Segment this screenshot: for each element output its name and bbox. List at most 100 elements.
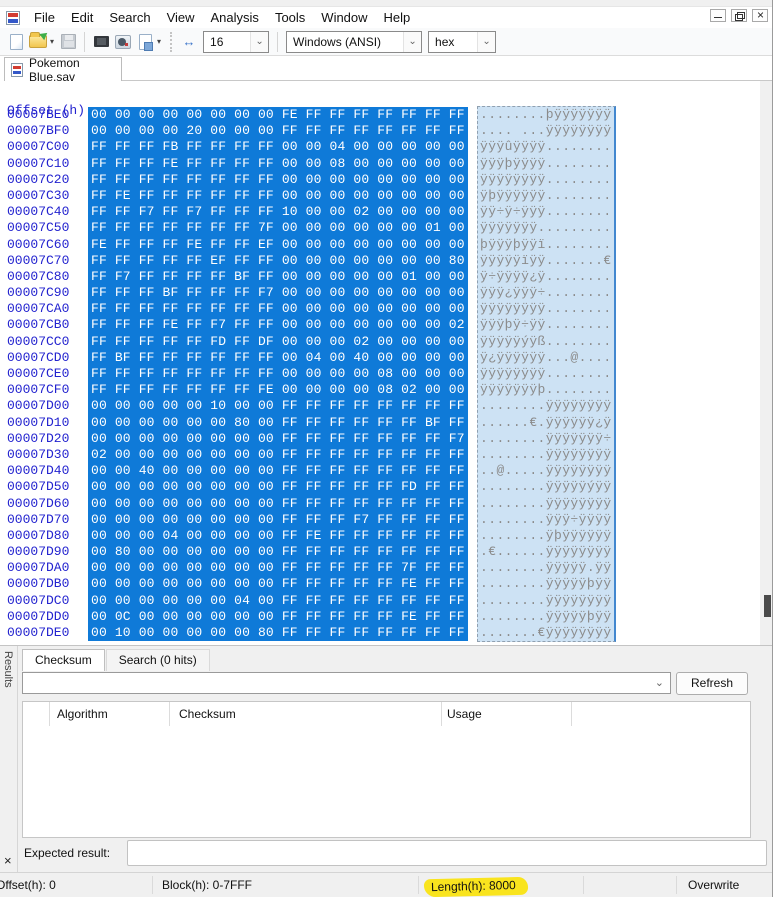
menu-search[interactable]: Search	[101, 8, 158, 27]
hex-row-bytes[interactable]: 00 0C 00 00 00 00 00 00 FF FF FF FF FF F…	[91, 609, 465, 625]
menu-view[interactable]: View	[159, 8, 203, 27]
refresh-button[interactable]: Refresh	[676, 672, 748, 695]
menu-file[interactable]: File	[26, 8, 63, 27]
open-file-button[interactable]	[28, 31, 48, 53]
hex-row-bytes[interactable]: 00 00 00 00 00 00 00 00 FF FF FF FF FF 7…	[91, 560, 465, 576]
hex-row-bytes[interactable]: 00 00 00 00 00 00 00 00 FF FF FF FF FF F…	[91, 576, 465, 592]
hex-row-bytes[interactable]: FF FF FF FE FF F7 FF FF 00 00 00 00 00 0…	[91, 317, 465, 333]
hex-row-decoded[interactable]: ........ÿÿÿÿÿÿÿÿ	[480, 398, 612, 414]
minimize-icon[interactable]	[710, 9, 726, 22]
status-insert-mode[interactable]: Overwrite	[688, 878, 739, 892]
hex-row-decoded[interactable]: .... ...ÿÿÿÿÿÿÿÿ	[480, 123, 612, 139]
hex-row-decoded[interactable]: ÿÿÿûÿÿÿÿ........	[480, 139, 612, 155]
hex-row-bytes[interactable]: 00 80 00 00 00 00 00 00 FF FF FF FF FF F…	[91, 544, 465, 560]
menu-tools[interactable]: Tools	[267, 8, 313, 27]
hex-row-bytes[interactable]: 00 00 00 00 00 00 04 00 FF FF FF FF FF F…	[91, 593, 465, 609]
hex-row-bytes[interactable]: FF F7 FF FF FF FF BF FF 00 00 00 00 00 0…	[91, 269, 465, 285]
vertical-scrollbar[interactable]	[760, 81, 772, 645]
hex-row-bytes[interactable]: 00 00 00 00 00 00 00 00 FF FF FF FF FF F…	[91, 431, 465, 447]
hex-row-decoded[interactable]: .......€ÿÿÿÿÿÿÿÿ	[480, 625, 612, 641]
hex-row-bytes[interactable]: FF FF FF FB FF FF FF FF 00 00 04 00 00 0…	[91, 139, 465, 155]
hex-row-bytes[interactable]: 00 00 00 00 00 00 00 00 FF FF FF FF FF F…	[91, 479, 465, 495]
hex-row-decoded[interactable]: ........ÿÿÿ÷ÿÿÿÿ	[480, 512, 612, 528]
encoding-select[interactable]: Windows (ANSI) ⌄	[286, 30, 423, 53]
hex-row-bytes[interactable]: FE FF FF FF FE FF FF EF 00 00 00 00 00 0…	[91, 237, 465, 253]
restore-icon[interactable]	[731, 9, 747, 22]
hex-row-bytes[interactable]: FF FF F7 FF F7 FF FF FF 10 00 00 02 00 0…	[91, 204, 465, 220]
hex-row-bytes[interactable]: FF FF FF FF FF EF FF FF 00 00 00 00 00 0…	[91, 253, 465, 269]
bytes-per-row-select[interactable]: 16 ⌄	[203, 30, 270, 53]
hex-row-bytes[interactable]: 00 00 00 00 00 00 00 00 FF FF FF FF FF F…	[91, 496, 465, 512]
hex-row-decoded[interactable]: ÿÿÿÿÿÿÿÿ........	[480, 172, 612, 188]
hex-row-bytes[interactable]: 00 10 00 00 00 00 00 80 FF FF FF FF FF F…	[91, 625, 465, 641]
hex-row-decoded[interactable]: ÿÿÿÿÿÿÿ.........	[480, 220, 612, 236]
hex-row-decoded[interactable]: ........ÿÿÿÿÿÿÿ÷	[480, 431, 612, 447]
hex-row-decoded[interactable]: ........ÿþÿÿÿÿÿÿ	[480, 528, 612, 544]
expected-result-input[interactable]	[127, 840, 767, 866]
tab-search-hits[interactable]: Search (0 hits)	[105, 649, 210, 671]
hex-row-decoded[interactable]: ........ÿÿÿÿÿþÿÿ	[480, 609, 612, 625]
checksum-algorithm-select[interactable]: ⌄	[22, 672, 671, 694]
offset-base-select[interactable]: hex ⌄	[428, 30, 497, 53]
hex-row-bytes[interactable]: 00 00 00 04 00 00 00 00 FF FE FF FF FF F…	[91, 528, 465, 544]
hex-row-decoded[interactable]: ..@.....ÿÿÿÿÿÿÿÿ	[480, 463, 612, 479]
hex-row-decoded[interactable]: ........ÿÿÿÿÿÿÿÿ	[480, 447, 612, 463]
hex-row-decoded[interactable]: ÿÿ÷ÿ÷ÿÿÿ........	[480, 204, 612, 220]
hex-row-bytes[interactable]: 00 00 00 00 00 10 00 00 FF FF FF FF FF F…	[91, 398, 465, 414]
hex-row-decoded[interactable]: ÿÿÿÿÿïÿÿ.......€	[480, 253, 612, 269]
decoded-text-selection[interactable]: ........þÿÿÿÿÿÿÿ.... ...ÿÿÿÿÿÿÿÿ ÿÿÿûÿÿÿÿ…	[477, 106, 616, 643]
menu-analysis[interactable]: Analysis	[203, 8, 267, 27]
new-file-button[interactable]	[6, 31, 26, 53]
hex-row-bytes[interactable]: FF FF FF FF FF FF FF FF 00 00 00 00 00 0…	[91, 172, 465, 188]
hex-row-bytes[interactable]: FF FF FF FF FF FF FF FE 00 00 00 00 08 0…	[91, 382, 465, 398]
results-close-icon[interactable]: ×	[4, 854, 12, 867]
hex-row-bytes[interactable]: FF FF FF FF FF FF FF FF 00 00 00 00 08 0…	[91, 366, 465, 382]
hex-row-decoded[interactable]: ........ÿÿÿÿÿÿÿÿ	[480, 496, 612, 512]
hex-row-decoded[interactable]: ........ÿÿÿÿÿ.ÿÿ	[480, 560, 612, 576]
export-dropdown-caret-icon[interactable]: ▾	[157, 37, 161, 46]
hex-row-decoded[interactable]: ......€.ÿÿÿÿÿÿ¿ÿ	[480, 415, 612, 431]
hex-row-decoded[interactable]: ÿÿÿÿÿÿÿþ........	[480, 382, 612, 398]
menu-help[interactable]: Help	[376, 8, 419, 27]
hex-row-bytes[interactable]: FF FF FF FE FF FF FF FF 00 00 08 00 00 0…	[91, 156, 465, 172]
hex-row-bytes[interactable]: 00 00 00 00 00 00 80 00 FF FF FF FF FF F…	[91, 415, 465, 431]
hex-row-decoded[interactable]: ........ÿÿÿÿÿýÿÿ	[480, 479, 612, 495]
hex-row-bytes[interactable]: FF FF FF FF FF FF FF FF 00 00 00 00 00 0…	[91, 301, 465, 317]
hex-row-bytes[interactable]: FF FE FF FF FF FF FF FF 00 00 00 00 00 0…	[91, 188, 465, 204]
hex-row-decoded[interactable]: ÿ÷ÿÿÿÿ¿ÿ........	[480, 269, 612, 285]
hex-row-decoded[interactable]: ÿÿÿþÿ÷ÿÿ........	[480, 317, 612, 333]
hex-row-bytes[interactable]: FF FF FF BF FF FF FF F7 00 00 00 00 00 0…	[91, 285, 465, 301]
tab-checksum[interactable]: Checksum	[22, 649, 105, 671]
hex-row-decoded[interactable]: ........þÿÿÿÿÿÿÿ	[480, 107, 612, 123]
hex-bytes-selection[interactable]: 00 00 00 00 00 00 00 00 FE FF FF FF FF F…	[88, 107, 468, 642]
hex-row-bytes[interactable]: 00 00 40 00 00 00 00 00 FF FF FF FF FF F…	[91, 463, 465, 479]
hex-row-bytes[interactable]: 00 00 00 00 20 00 00 00 FF FF FF FF FF F…	[91, 123, 465, 139]
hex-row-bytes[interactable]: FF BF FF FF FF FF FF FF 00 04 00 40 00 0…	[91, 350, 465, 366]
hex-row-decoded[interactable]: ........ÿÿÿÿÿþÿÿ	[480, 576, 612, 592]
hex-row-decoded[interactable]: ÿÿÿÿÿÿÿÿ........	[480, 301, 612, 317]
close-icon[interactable]	[752, 8, 768, 22]
hex-editor-pane[interactable]: Offset (h) 00 01 02 03 04 05 06 07 08 09…	[0, 81, 761, 645]
open-ram-button[interactable]	[91, 31, 111, 53]
open-dropdown-caret-icon[interactable]: ▾	[50, 37, 54, 46]
menu-window[interactable]: Window	[313, 8, 375, 27]
hex-row-bytes[interactable]: 00 00 00 00 00 00 00 00 FE FF FF FF FF F…	[91, 107, 465, 123]
hex-row-decoded[interactable]: ÿÿÿÿÿýÿß........	[480, 334, 612, 350]
hex-row-bytes[interactable]: 02 00 00 00 00 00 00 00 FF FF FF FF FF F…	[91, 447, 465, 463]
hex-row-decoded[interactable]: ÿÿÿ¿ÿÿÿ÷........	[480, 285, 612, 301]
menu-edit[interactable]: Edit	[63, 8, 101, 27]
save-button[interactable]	[58, 31, 78, 53]
export-button[interactable]	[135, 31, 155, 53]
hex-row-bytes[interactable]: FF FF FF FF FF FF FF 7F 00 00 00 00 00 0…	[91, 220, 465, 236]
hex-row-decoded[interactable]: ÿÿÿÿÿÿÿÿ........	[480, 366, 612, 382]
hex-row-bytes[interactable]: 00 00 00 00 00 00 00 00 FF FF FF F7 FF F…	[91, 512, 465, 528]
open-disk-button[interactable]	[113, 31, 133, 53]
tab-pokemon-blue-sav[interactable]: Pokemon Blue.sav	[4, 56, 122, 84]
hex-row-bytes[interactable]: FF FF FF FF FF FD FF DF 00 00 00 02 00 0…	[91, 334, 465, 350]
hex-row-decoded[interactable]: þÿÿÿþÿÿï........	[480, 237, 612, 253]
hex-row-decoded[interactable]: .€......ÿÿÿÿÿÿÿÿ	[480, 544, 612, 560]
hex-row-decoded[interactable]: ÿþÿÿÿÿÿÿ........	[480, 188, 612, 204]
hex-row-decoded[interactable]: ........ÿÿÿÿÿÿÿÿ	[480, 593, 612, 609]
hex-row-decoded[interactable]: ÿ¿ÿÿÿÿÿÿ...@....	[480, 350, 612, 366]
scrollbar-thumb[interactable]	[764, 595, 771, 617]
